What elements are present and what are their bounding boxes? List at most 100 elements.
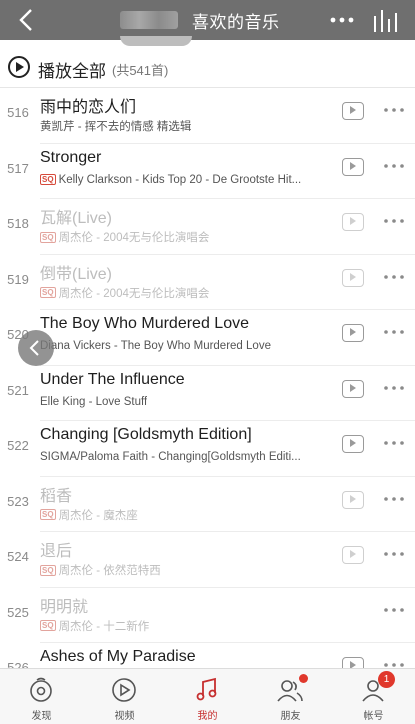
song-row[interactable]: 517 Stronger SQ Kelly Clarkson - Kids Top 2… [0,144,415,199]
mv-play-icon[interactable] [342,157,364,176]
song-row[interactable]: 520 The Boy Who Murdered Love Diana Vicker… [0,310,415,366]
more-icon[interactable] [380,433,408,453]
more-icon[interactable] [380,322,408,342]
sq-badge: SQ [40,231,56,243]
sq-badge: SQ [40,287,56,298]
title-area: 喜欢的音乐 [120,0,320,40]
tab-label: 我的 [197,711,218,722]
song-row[interactable]: 525 明明就 SQ 周杰伦 - 十二新作 [0,588,415,643]
song-subtitle: 周杰伦 - 魔杰座 [58,509,138,522]
mv-play-icon[interactable] [342,324,364,342]
more-icon[interactable] [380,211,408,231]
song-title: Stronger [40,148,102,166]
notification-badge: 1 [378,671,395,688]
mv-play-icon[interactable] [342,435,364,453]
mv-play-icon[interactable] [342,268,364,287]
more-icon[interactable] [380,544,408,564]
song-index: 516 [7,105,29,120]
floating-back-button[interactable] [18,330,54,366]
song-row[interactable]: 522 Changing [Goldsmyth Edition] SIGMA/Pal… [0,421,415,477]
song-artist-album: SQ 周杰伦 - 2004无与伦比演唱会 [40,285,209,301]
tab-account[interactable]: 1 帐号 [332,669,415,724]
song-artist-album: 黄凯芹 - 挥不去的情感 精选辑 [40,118,191,134]
mv-play-icon[interactable] [342,546,364,564]
song-row[interactable]: 518 瓦解(Live) SQ 周杰伦 - 2004无与伦比演唱会 [0,199,415,255]
song-info: Under The Influence Elle King - Love Stuf… [40,366,415,421]
song-index: 518 [7,216,29,231]
song-artist-album: SQ Kelly Clarkson - Kids Top 20 - De Groo… [40,174,301,186]
song-row[interactable]: 519 倒带(Live) SQ 周杰伦 - 2004无与伦比演唱会 [0,255,415,310]
song-info: 倒带(Live) SQ 周杰伦 - 2004无与伦比演唱会 [40,255,415,310]
play-all-icon[interactable] [8,56,30,78]
song-artist-album: SQ 周杰伦 - 十二新作 [40,618,149,634]
more-icon[interactable] [380,378,408,398]
song-count: (共541首) [112,63,169,78]
mv-play-icon[interactable] [342,379,364,398]
song-index: 517 [7,160,29,176]
music-note-icon [196,677,217,701]
sq-badge: SQ [40,509,56,520]
song-title: Under The Influence [40,370,185,388]
tab-label: 发现 [31,711,52,722]
more-icon[interactable] [380,489,408,509]
more-icon[interactable] [380,600,408,620]
cover-tab [120,36,192,46]
tab-label: 朋友 [280,711,301,722]
more-icon[interactable] [380,156,408,176]
tab-discover[interactable]: 发现 [0,669,83,724]
song-row[interactable]: 516 雨中的恋人们 黄凯芹 - 挥不去的情感 精选辑 [0,88,415,144]
more-icon[interactable] [380,100,408,120]
page-title: 喜欢的音乐 [192,12,280,32]
song-artist-album: SQ 周杰伦 - 依然范特西 [40,562,161,578]
song-info: 雨中的恋人们 黄凯芹 - 挥不去的情感 精选辑 [40,88,415,144]
song-index: 519 [7,271,29,287]
mv-play-icon[interactable] [342,213,364,231]
play-all-bar[interactable]: 播放全部 (共541首) [0,46,415,88]
song-index: 525 [7,604,29,620]
bottom-tab-bar: 发现 视频 我的 朋友 1 帐号 [0,668,415,724]
tab-video[interactable]: 视频 [83,669,166,724]
back-arrow-icon[interactable] [14,7,40,33]
song-info: The Boy Who Murdered Love Diana Vickers -… [40,310,415,366]
song-index: 523 [7,493,29,509]
song-subtitle: 黄凯芹 - 挥不去的情感 精选辑 [40,121,192,133]
song-info: Stronger SQ Kelly Clarkson - Kids Top 20 -… [40,144,415,199]
song-index: 524 [7,549,29,564]
song-title: 瓦解(Live) [40,210,113,227]
song-info: 稻香 SQ 周杰伦 - 魔杰座 [40,477,415,532]
song-title: 稻香 [40,487,73,505]
song-index: 522 [7,438,29,453]
sq-badge: SQ [40,620,56,631]
song-title: 退后 [40,543,73,560]
song-subtitle: 周杰伦 - 十二新作 [58,620,150,633]
song-artist-album: SQ 周杰伦 - 2004无与伦比演唱会 [40,229,209,245]
song-row[interactable]: 521 Under The Influence Elle King - Love S… [0,366,415,421]
mv-play-icon[interactable] [342,490,364,509]
song-index: 521 [7,382,29,398]
song-subtitle: 周杰伦 - 2004无与伦比演唱会 [58,232,210,244]
sq-badge: SQ [40,564,56,576]
song-row[interactable]: 523 稻香 SQ 周杰伦 - 魔杰座 [0,477,415,532]
video-icon [112,678,136,702]
song-subtitle: SIGMA/Paloma Faith - Changing[Goldsmyth … [40,451,301,463]
blurred-username [120,11,178,29]
song-artist-album: SQ 周杰伦 - 魔杰座 [40,507,138,523]
song-subtitle: Kelly Clarkson - Kids Top 20 - De Groots… [58,173,302,186]
song-artist-album: SIGMA/Paloma Faith - Changing[Goldsmyth … [40,451,301,463]
disc-icon [30,677,52,702]
tab-label: 帐号 [363,711,384,722]
more-options-icon[interactable] [328,9,356,31]
song-info: Changing [Goldsmyth Edition] SIGMA/Paloma… [40,421,415,477]
tab-friends[interactable]: 朋友 [249,669,332,724]
song-row[interactable]: 524 退后 SQ 周杰伦 - 依然范特西 [0,532,415,588]
song-subtitle: Elle King - Love Stuff [40,395,148,408]
mv-play-icon[interactable] [342,102,364,120]
song-subtitle: 周杰伦 - 依然范特西 [58,565,161,577]
more-icon[interactable] [380,267,408,287]
song-info: 退后 SQ 周杰伦 - 依然范特西 [40,532,415,588]
tab-mine[interactable]: 我的 [166,669,249,724]
song-title: Changing [Goldsmyth Edition] [40,426,252,443]
song-title: The Boy Who Murdered Love [40,315,249,332]
song-subtitle: 周杰伦 - 2004无与伦比演唱会 [58,287,210,300]
now-playing-icon[interactable] [372,8,400,34]
